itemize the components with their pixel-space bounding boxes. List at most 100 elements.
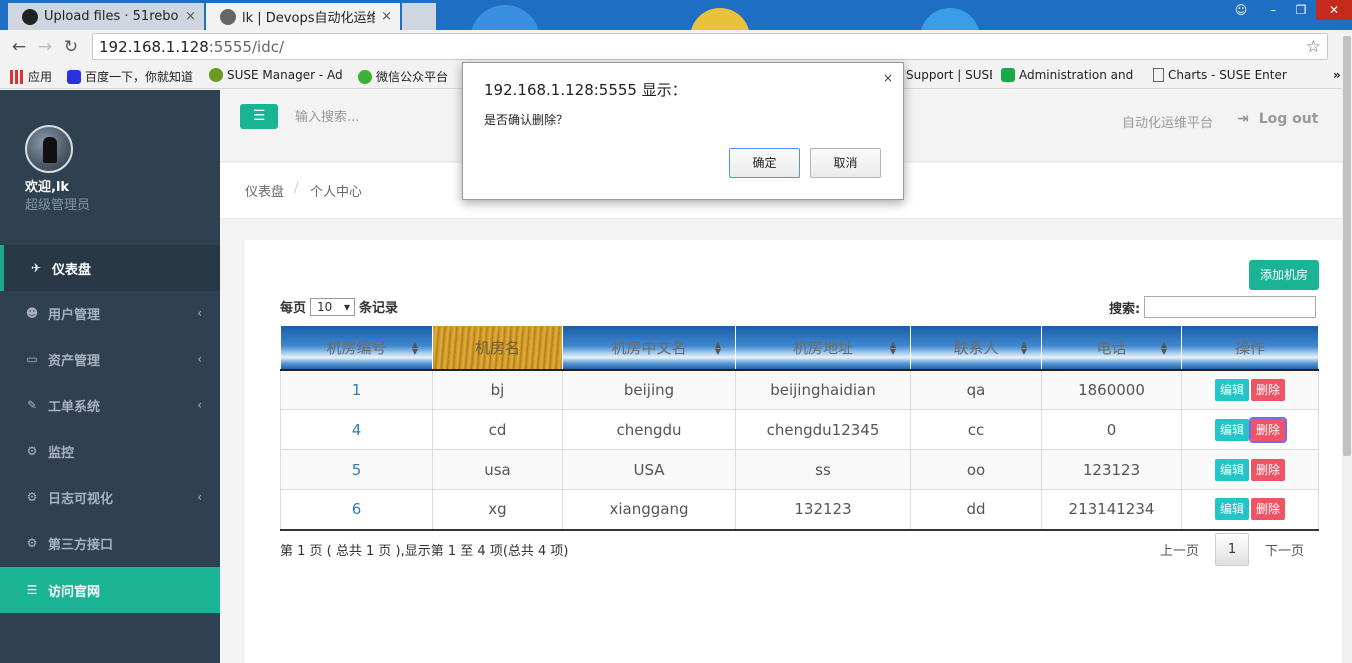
cell-contact: dd [910, 489, 1042, 531]
column-header-contact[interactable]: 联系人 ▲ ▼ [910, 325, 1042, 371]
page-length-control: 每页 10 ▾ 条记录 [280, 297, 398, 316]
welcome-user[interactable]: 欢迎,lk [25, 176, 69, 195]
cell-id[interactable]: 4 [280, 409, 433, 450]
bookmark-star-icon[interactable]: ☆ [1306, 37, 1321, 57]
cell-actions: 编辑 删除 [1181, 489, 1319, 531]
browser-tab[interactable]: Upload files · 51reboot × [8, 3, 204, 30]
prev-page-link[interactable]: 上一页 [1160, 540, 1199, 559]
cell-address: ss [735, 449, 911, 490]
next-page-link[interactable]: 下一页 [1265, 540, 1304, 559]
bookmark-suse-support[interactable]: Support | SUSE [906, 68, 992, 82]
sort-icon: ▲ ▼ [1020, 340, 1027, 356]
cell-address: beijinghaidian [735, 369, 911, 410]
confirm-dialog: 192.168.1.128:5555 显示： × 是否确认删除？ 确定 取消 [462, 62, 904, 200]
edit-button[interactable]: 编辑 [1215, 418, 1249, 441]
reload-icon[interactable]: ↻ [58, 37, 84, 57]
cell-phone: 1860000 [1041, 369, 1182, 410]
page-length-select[interactable]: 10 ▾ [310, 297, 356, 316]
tab-title: Upload files · 51reboot [44, 9, 180, 24]
page-scrollbar[interactable] [1342, 30, 1352, 663]
cell-cn-name: beijing [562, 369, 736, 410]
column-header-id[interactable]: 机房编号 ▲ ▼ [280, 325, 433, 371]
table-info: 第 1 页 ( 总共 1 页 ),显示第 1 至 4 项(总共 4 项) [280, 544, 569, 559]
minimize-icon[interactable]: – [1260, 0, 1286, 20]
column-header-name[interactable]: 机房名 [432, 325, 563, 371]
sidebar-item-official-site[interactable]: ☰ 访问官网 [0, 567, 220, 613]
page-icon [1153, 68, 1164, 82]
edit-button[interactable]: 编辑 [1215, 378, 1249, 401]
dialog-close-icon[interactable]: × [883, 71, 893, 85]
delete-button[interactable]: 删除 [1249, 416, 1287, 443]
sidebar-item-assets[interactable]: ▭ 资产管理 ‹ [0, 336, 220, 382]
cell-id[interactable]: 5 [280, 449, 433, 490]
bookmark-charts[interactable]: Charts - SUSE Enter [1153, 68, 1289, 82]
window-close-icon[interactable]: ✕ [1316, 0, 1352, 20]
confirm-ok-button[interactable]: 确定 [729, 148, 800, 178]
forward-icon[interactable]: → [32, 37, 58, 57]
bookmark-baidu[interactable]: 百度一下，你就知道 [67, 68, 200, 85]
idc-panel: 添加机房 每页 10 ▾ 条记录 搜索: 机房编号 ▲ ▼ 机房名 机房中文名 ▲ ▼ … [245, 240, 1352, 663]
database-icon: ☰ [26, 583, 38, 597]
desktop-background-shape [920, 8, 980, 30]
filter-input[interactable] [1144, 296, 1317, 318]
edit-button[interactable]: 编辑 [1215, 458, 1249, 481]
cell-name: xg [432, 489, 563, 531]
github-icon [22, 8, 38, 25]
cell-phone: 0 [1041, 409, 1182, 450]
scrollbar-thumb[interactable] [1343, 36, 1351, 456]
cogs-icon: ⚙ [26, 536, 38, 550]
chevron-left-icon: ‹ [197, 398, 202, 412]
bookmarks-overflow-icon[interactable]: » [1333, 68, 1341, 82]
delete-button[interactable]: 删除 [1251, 378, 1285, 401]
tab-close-icon[interactable]: × [381, 9, 392, 24]
page-button[interactable]: 1 [1215, 533, 1250, 566]
column-header-address[interactable]: 机房地址 ▲ ▼ [735, 325, 911, 371]
user-icon[interactable]: ☺ [1228, 0, 1254, 20]
sidebar-item-users[interactable]: ☻ 用户管理 ‹ [0, 290, 220, 336]
tab-title: lk | Devops自动化运维平 [242, 11, 376, 26]
delete-button[interactable]: 删除 [1251, 458, 1285, 481]
bookmark-administration[interactable]: Administration and [1001, 68, 1137, 82]
avatar[interactable] [25, 125, 73, 173]
column-header-actions: 操作 [1181, 325, 1319, 371]
maximize-icon[interactable]: ❐ [1288, 0, 1314, 20]
sidebar-item-dashboard[interactable]: ✈ 仪表盘 [0, 245, 220, 291]
sidebar-item-third-party[interactable]: ⚙ 第三方接口 [0, 520, 220, 566]
bookmark-suse-manager[interactable]: SUSE Manager - Ad [209, 68, 345, 82]
bookmark-apps[interactable]: 应用 [10, 68, 52, 85]
add-idc-button[interactable]: 添加机房 [1249, 260, 1319, 290]
confirm-cancel-button[interactable]: 取消 [810, 148, 881, 178]
logout-label: Log out [1258, 111, 1319, 127]
table-row: 6 xg xianggang 132123 dd 213141234 编辑 删除 [280, 489, 1319, 531]
browser-tab-active[interactable]: lk | Devops自动化运维平 × [206, 3, 400, 30]
chevron-left-icon: ‹ [197, 490, 202, 504]
delete-button[interactable]: 删除 [1251, 498, 1285, 521]
back-icon[interactable]: ← [6, 37, 32, 57]
sort-icon: ▲ ▼ [714, 340, 721, 356]
desktop-background-shape [470, 5, 540, 30]
bookmark-label: Support | SUSE [906, 68, 992, 82]
bookmark-label: 百度一下，你就知道 [85, 70, 194, 84]
edit-icon: ✎ [26, 398, 38, 412]
users-icon: ☻ [25, 306, 39, 320]
url-bar[interactable]: i 192.168.1.128 :5555/idc/ ☆ [92, 33, 1328, 350]
cell-id[interactable]: 6 [280, 489, 433, 531]
new-tab-button[interactable] [402, 3, 436, 30]
page-length-value: 10 [317, 299, 333, 314]
breadcrumb-home[interactable]: 仪表盘 [245, 181, 284, 200]
hdd-icon: ▭ [26, 352, 38, 366]
cell-id[interactable]: 1 [280, 369, 433, 410]
tab-close-icon[interactable]: × [185, 9, 196, 24]
cogs-icon: ⚙ [26, 444, 38, 458]
bookmark-wechat[interactable]: 微信公众平台 [358, 68, 448, 85]
menu-toggle-button[interactable]: ☰ [240, 104, 278, 129]
logout-link[interactable]: ⇥ Log out [1237, 111, 1318, 127]
pagination: 上一页 1 下一页 [1160, 533, 1304, 566]
column-header-cn-name[interactable]: 机房中文名 ▲ ▼ [562, 325, 736, 371]
sidebar-item-log-visual[interactable]: ⚙ 日志可视化 ‹ [0, 474, 220, 520]
cell-actions: 编辑 删除 [1181, 369, 1319, 410]
sidebar-item-monitor[interactable]: ⚙ 监控 [0, 428, 220, 474]
sidebar-item-tickets[interactable]: ✎ 工单系统 ‹ [0, 382, 220, 428]
edit-button[interactable]: 编辑 [1215, 498, 1249, 521]
column-header-phone[interactable]: 电话 ▲ ▼ [1041, 325, 1182, 371]
